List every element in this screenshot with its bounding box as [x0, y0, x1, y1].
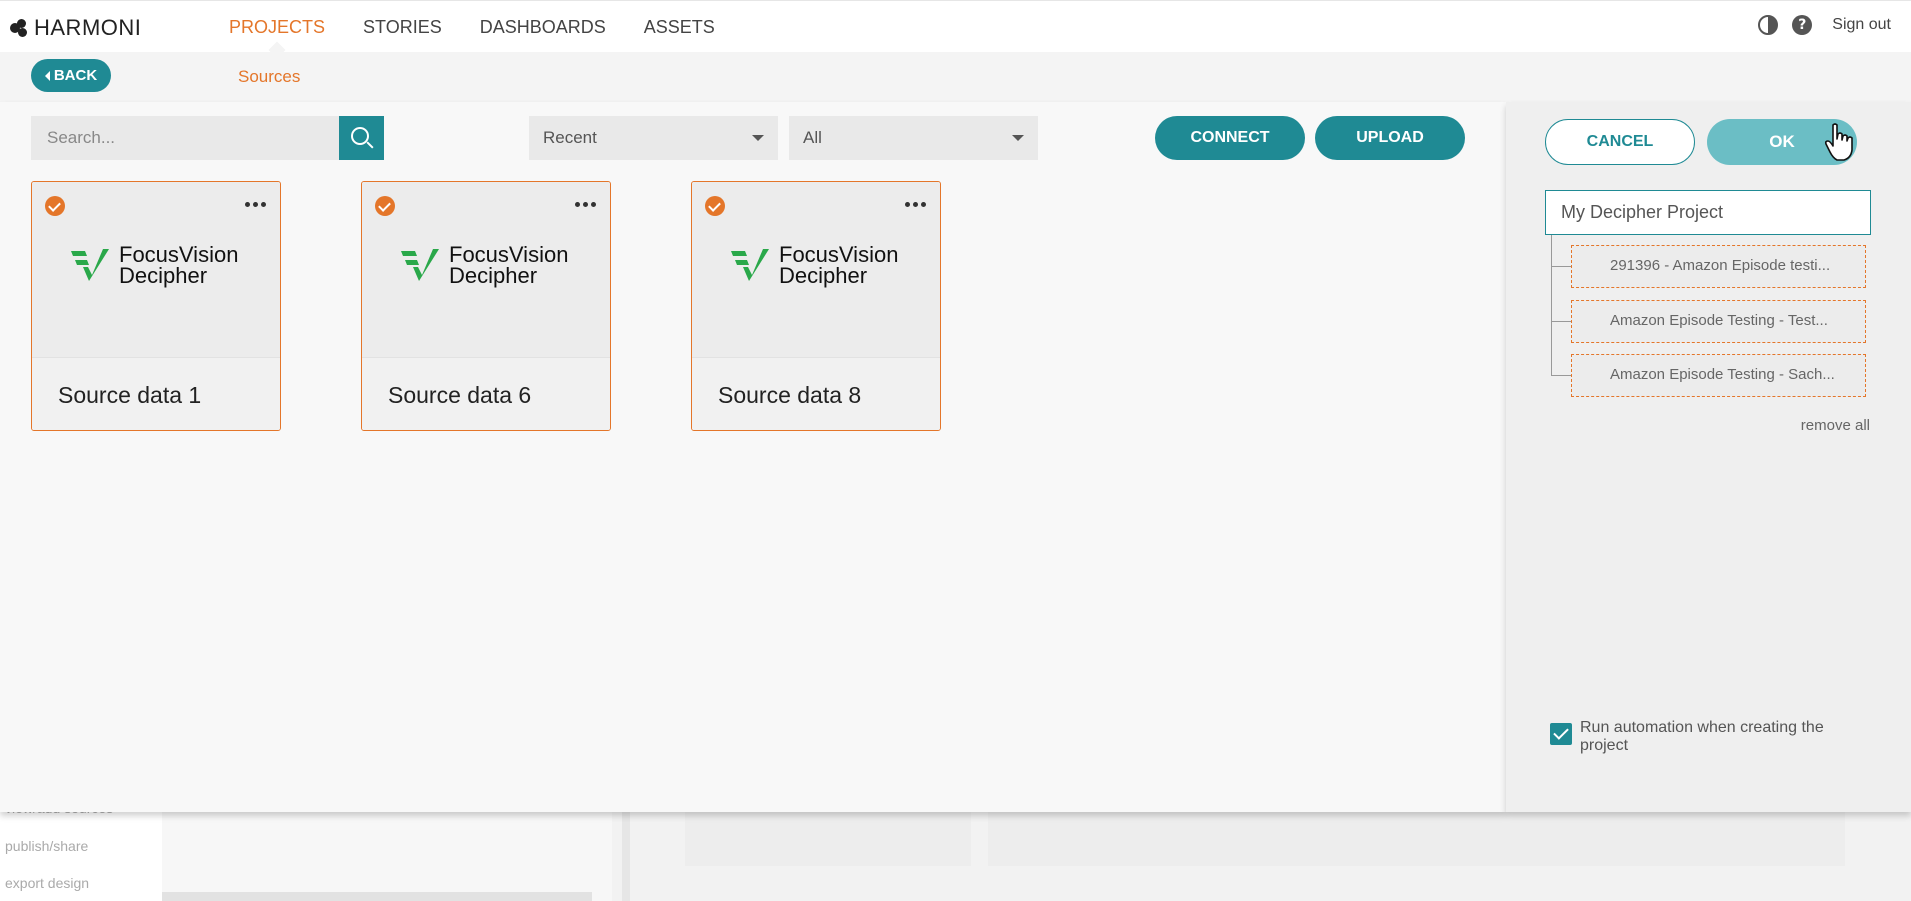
sort-dropdown[interactable]: Recent [529, 116, 778, 160]
more-options-icon[interactable] [245, 202, 266, 207]
filter-dropdown[interactable]: All [789, 116, 1038, 160]
logo-line-1: FocusVision [779, 242, 899, 267]
back-button-label: BACK [53, 67, 98, 84]
nav-item-stories[interactable]: STORIES [363, 17, 442, 38]
more-options-icon[interactable] [575, 202, 596, 207]
tree-connector [1551, 375, 1571, 376]
logo-line-1: FocusVision [449, 242, 569, 267]
help-icon[interactable]: ? [1792, 15, 1813, 35]
selected-source-item[interactable]: Amazon Episode Testing - Test... [1571, 300, 1866, 343]
sort-dropdown-value: Recent [543, 128, 597, 147]
connect-button[interactable]: CONNECT [1155, 116, 1305, 160]
filter-dropdown-value: All [803, 128, 822, 147]
background-divider [622, 812, 630, 901]
background-side-menu: view/add sources publish/share export de… [0, 800, 162, 901]
upload-button[interactable]: UPLOAD [1315, 116, 1465, 160]
source-card[interactable]: FocusVision Decipher Source data 1 [31, 181, 281, 431]
project-name-input[interactable]: My Decipher Project [1545, 190, 1871, 235]
search-icon [349, 125, 375, 151]
main-nav: PROJECTS STORIES DASHBOARDS ASSETS [229, 1, 715, 53]
selected-source-item[interactable]: Amazon Episode Testing - Sach... [1571, 354, 1866, 397]
logo-text: HARMONI [34, 15, 142, 40]
logo-line-1: FocusVision [119, 242, 239, 267]
logo-line-2: Decipher [449, 263, 538, 288]
top-navigation-bar: HARMONI PROJECTS STORIES DASHBOARDS ASSE… [0, 0, 1911, 52]
focusvision-decipher-logo: FocusVision Decipher [69, 242, 239, 288]
sources-picker: Recent All CONNECT UPLOAD FocusVision De… [0, 102, 1506, 812]
caret-left-icon [44, 70, 50, 81]
background-column [162, 812, 612, 901]
background-scrollbar [162, 892, 592, 901]
hand-cursor-icon [1824, 123, 1853, 161]
selection-panel: CANCEL OK My Decipher Project 291396 - A… [1506, 102, 1911, 812]
tree-connector [1551, 266, 1571, 267]
side-menu-item: export design [5, 875, 90, 891]
focusvision-logo-icon [731, 249, 769, 281]
source-card[interactable]: FocusVision Decipher Source data 6 [361, 181, 611, 431]
card-title: Source data 8 [718, 382, 862, 408]
focusvision-decipher-logo: FocusVision Decipher [729, 242, 899, 288]
tree-connector [1551, 321, 1571, 322]
logo-line-2: Decipher [779, 263, 868, 288]
focusvision-decipher-logo: FocusVision Decipher [399, 242, 569, 288]
nav-item-projects[interactable]: PROJECTS [229, 17, 325, 38]
cancel-button[interactable]: CANCEL [1545, 119, 1695, 165]
focusvision-logo-icon [71, 249, 109, 281]
focusvision-logo-icon [401, 249, 439, 281]
background-box [988, 812, 1845, 866]
tree-connector [1551, 235, 1552, 375]
selected-check-icon[interactable] [705, 196, 725, 216]
automation-label: Run automation when creating the project [1580, 719, 1824, 754]
nav-item-assets[interactable]: ASSETS [644, 17, 715, 38]
selected-check-icon[interactable] [375, 196, 395, 216]
source-card[interactable]: FocusVision Decipher Source data 8 [691, 181, 941, 431]
selected-source-item[interactable]: 291396 - Amazon Episode testi... [1571, 245, 1866, 288]
sub-header: BACK Sources [0, 52, 1911, 102]
logo-line-2: Decipher [119, 263, 208, 288]
nav-item-dashboards[interactable]: DASHBOARDS [480, 17, 606, 38]
chevron-down-icon [1012, 135, 1024, 141]
remove-all-link[interactable]: remove all [1801, 417, 1870, 434]
harmoni-logo-icon [10, 17, 30, 39]
page-title: Sources [238, 67, 301, 86]
side-menu-item: publish/share [5, 838, 89, 854]
background-box [685, 812, 971, 866]
back-button[interactable]: BACK [31, 59, 111, 92]
contrast-icon[interactable] [1758, 15, 1779, 35]
selected-check-icon[interactable] [45, 196, 65, 216]
more-options-icon[interactable] [905, 202, 926, 207]
search-input[interactable] [31, 116, 339, 160]
sign-out-link[interactable]: Sign out [1832, 16, 1891, 34]
chevron-down-icon [752, 135, 764, 141]
top-right-actions: ? Sign out [1758, 15, 1891, 35]
search-button[interactable] [339, 116, 384, 160]
card-title: Source data 1 [58, 382, 202, 408]
automation-checkbox[interactable] [1550, 723, 1572, 745]
card-title: Source data 6 [388, 382, 532, 408]
harmoni-logo[interactable]: HARMONI [10, 15, 141, 41]
